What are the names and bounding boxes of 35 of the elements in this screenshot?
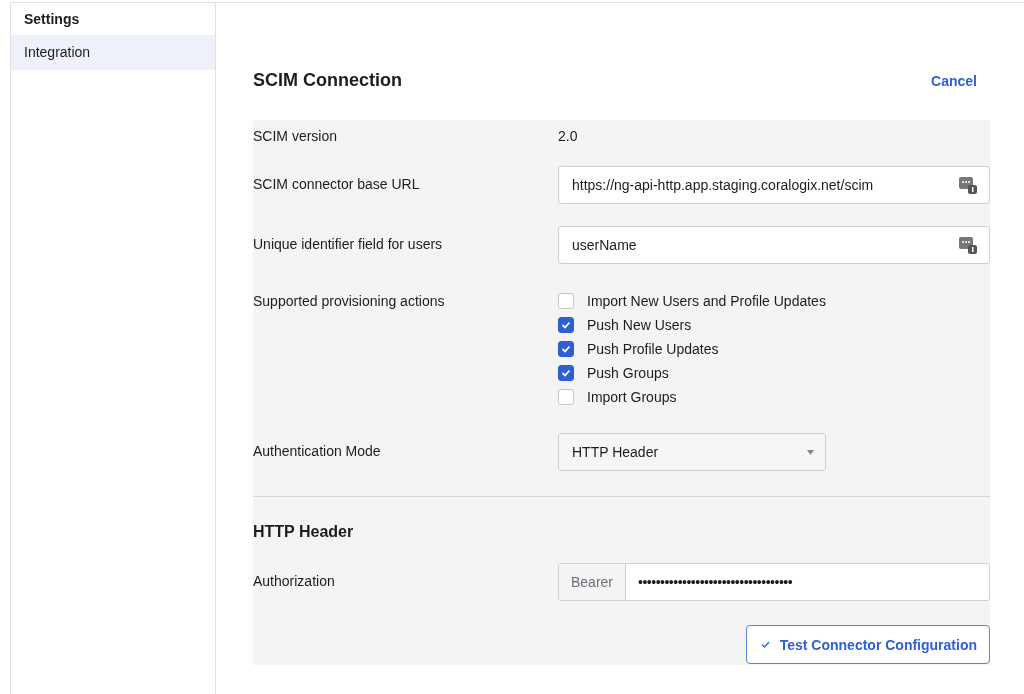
caret-icon	[807, 449, 814, 455]
checkbox[interactable]	[558, 389, 574, 405]
input-prefix: Bearer	[559, 564, 627, 600]
field-label: Supported provisioning actions	[253, 293, 446, 309]
field-label: Unique identifier field for users	[253, 235, 444, 252]
checkbox-label: Push New Users	[587, 317, 692, 333]
checkbox-label: Import New Users and Profile Updates	[587, 293, 826, 309]
field-label: SCIM version	[253, 127, 339, 144]
check-icon	[561, 320, 571, 330]
checkbox-label: Push Profile Updates	[587, 341, 719, 357]
password-manager-icon[interactable]	[959, 176, 977, 194]
field-label: Authentication Mode	[253, 442, 382, 459]
subsection-title: HTTP Header	[253, 523, 355, 541]
check-icon	[760, 641, 770, 648]
password-manager-icon[interactable]	[959, 236, 977, 254]
check-icon	[561, 368, 571, 378]
sidebar-title: Settings	[23, 10, 81, 29]
checkbox[interactable]	[558, 317, 574, 333]
sidebar-item[interactable]: Integration	[11, 35, 215, 70]
version-value: 2.0	[558, 127, 578, 144]
checkbox[interactable]	[558, 293, 574, 309]
section-title: SCIM Connection	[253, 70, 402, 91]
checkbox[interactable]	[558, 341, 574, 357]
text-field[interactable]: userName	[558, 226, 990, 264]
checkbox[interactable]	[558, 365, 574, 381]
password-field[interactable]: Bearer •••••••••••••••••••••••••••••••••••	[558, 563, 990, 601]
check-icon	[561, 344, 571, 354]
auth-mode-dropdown[interactable]: HTTP Header	[558, 433, 826, 471]
text-field[interactable]: https://ng-api-http.app.staging.coralogix.net/scim	[558, 166, 990, 204]
field-label: Authorization	[253, 572, 336, 589]
checkbox-label: Push Groups	[587, 365, 669, 381]
test-connector-button[interactable]: Test Connector Configuration	[745, 625, 990, 664]
field-label: SCIM connector base URL	[253, 175, 421, 192]
checkbox-label: Import Groups	[587, 389, 677, 405]
cancel-link[interactable]: Cancel	[931, 72, 977, 89]
